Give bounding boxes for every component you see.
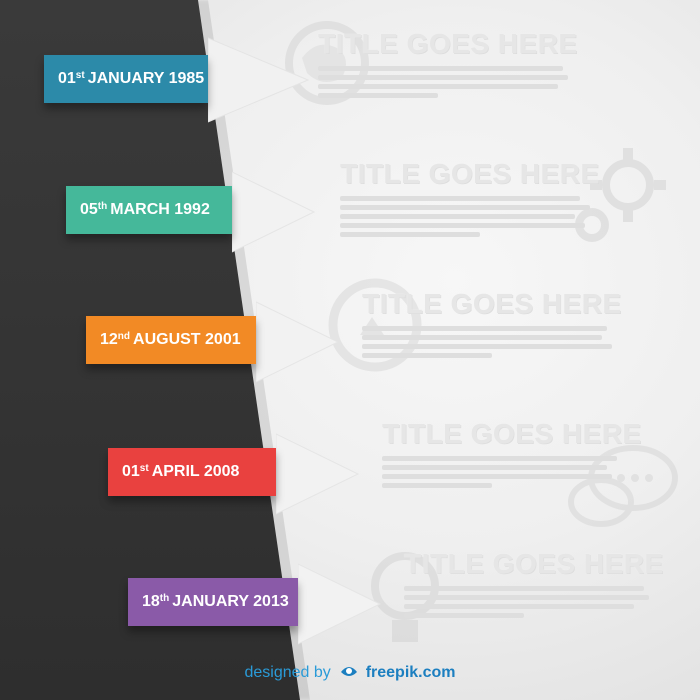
date-suffix: th	[97, 200, 108, 212]
entry-text-lines	[404, 586, 654, 618]
date-rest: JANUARY 1985	[87, 70, 205, 87]
entry-title: TITLE GOES HERE	[382, 418, 642, 449]
arrow-4	[276, 430, 366, 518]
date-suffix: st	[139, 462, 149, 474]
date-suffix: nd	[117, 330, 131, 342]
date-day: 12	[100, 331, 118, 348]
timeline-entry-5: TITLE GOES HERE	[404, 548, 664, 622]
entry-text-lines	[382, 456, 622, 488]
freepik-logo-icon	[341, 667, 358, 676]
timeline-entry-3: TITLE GOES HERE	[362, 288, 622, 362]
date-rest: JANUARY 2013	[172, 593, 289, 610]
date-day: 05	[80, 201, 98, 218]
date-day: 01	[58, 70, 76, 87]
date-label-5: 18th JANUARY 2013	[128, 578, 298, 626]
entry-title: TITLE GOES HERE	[318, 28, 578, 59]
arrow-2	[232, 168, 322, 256]
timeline-entry-4: TITLE GOES HERE	[382, 418, 642, 492]
date-rest: AUGUST 2001	[133, 331, 241, 348]
entry-text-lines	[362, 326, 612, 358]
date-rest: MARCH 1992	[110, 201, 210, 218]
timeline-entry-2: TITLE GOES HERE	[340, 158, 600, 241]
entry-title: TITLE GOES HERE	[404, 548, 664, 579]
date-label-3: 12nd AUGUST 2001	[86, 316, 256, 364]
date-suffix: st	[75, 69, 85, 81]
entry-text-lines	[340, 196, 590, 237]
date-rest: APRIL 2008	[151, 463, 240, 480]
entry-title: TITLE GOES HERE	[362, 288, 622, 319]
date-label-2: 05th MARCH 1992	[66, 186, 232, 234]
date-suffix: th	[159, 592, 170, 604]
date-day: 01	[122, 463, 140, 480]
entry-title: TITLE GOES HERE	[340, 158, 600, 189]
arrow-5	[298, 560, 388, 648]
entry-text-lines	[318, 66, 568, 98]
credit-designed-text: designed by	[244, 664, 331, 681]
credit-brand-text: freepik.com	[365, 664, 456, 681]
credit-line: designed by freepik.com	[0, 662, 700, 682]
timeline-entry-1: TITLE GOES HERE	[318, 28, 578, 102]
date-label-4: 01st APRIL 2008	[108, 448, 276, 496]
arrow-1	[208, 32, 318, 128]
arrow-3	[256, 298, 346, 386]
date-day: 18	[142, 593, 160, 610]
date-label-1: 01st JANUARY 1985	[44, 55, 208, 103]
